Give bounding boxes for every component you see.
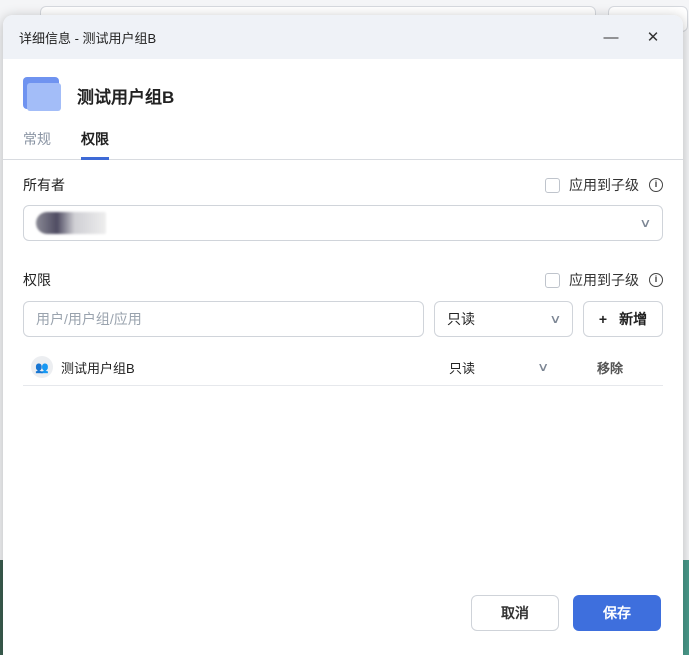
entry-permission-select[interactable]: 只读 xyxy=(449,358,541,377)
add-button[interactable]: + 新增 xyxy=(583,301,663,337)
chevron-down-icon: ∨ xyxy=(639,216,652,230)
permission-select-value: 只读 xyxy=(447,311,475,327)
owner-label: 所有者 xyxy=(23,177,65,193)
chevron-down-icon: ∨ xyxy=(549,312,562,326)
tab-permissions[interactable]: 权限 xyxy=(81,123,109,160)
save-button[interactable]: 保存 xyxy=(573,595,661,631)
background-image xyxy=(683,560,689,655)
permission-select[interactable]: 只读 ∨ xyxy=(434,301,573,337)
dialog-title: 详细信息 - 测试用户组B xyxy=(19,30,157,46)
remove-button[interactable]: 移除 xyxy=(597,358,623,377)
owner-apply-children-label: 应用到子级 xyxy=(569,177,639,193)
permissions-apply-children-checkbox[interactable] xyxy=(545,272,560,288)
item-name: 测试用户组B xyxy=(77,87,175,107)
owner-avatar-blurred xyxy=(36,212,106,234)
user-search-input[interactable] xyxy=(23,301,424,337)
list-item: 👥 测试用户组B 只读 ∨ 移除 xyxy=(23,349,663,386)
minimize-icon[interactable]: — xyxy=(597,29,625,46)
owner-apply-children-checkbox[interactable] xyxy=(545,177,560,193)
chevron-down-icon[interactable]: ∨ xyxy=(537,360,565,374)
dialog-titlebar: 详细信息 - 测试用户组B — ✕ xyxy=(3,15,683,59)
details-dialog: 详细信息 - 测试用户组B — ✕ 测试用户组B 常规 权限 所有者 应用到子级… xyxy=(3,15,683,655)
entry-name: 测试用户组B xyxy=(61,360,135,376)
tab-bar: 常规 权限 xyxy=(3,123,683,160)
add-button-label: 新增 xyxy=(619,311,648,327)
permissions-label: 权限 xyxy=(23,272,51,288)
close-icon[interactable]: ✕ xyxy=(639,28,667,46)
user-group-icon: 👥 xyxy=(31,356,53,378)
plus-icon: + xyxy=(598,311,608,327)
cancel-button[interactable]: 取消 xyxy=(471,595,559,631)
folder-icon xyxy=(23,77,61,113)
permissions-apply-children-label: 应用到子级 xyxy=(569,272,639,288)
tab-general[interactable]: 常规 xyxy=(23,123,51,159)
owner-select[interactable]: ∨ xyxy=(23,205,663,241)
info-icon[interactable]: i xyxy=(649,273,663,287)
info-icon[interactable]: i xyxy=(649,178,663,192)
